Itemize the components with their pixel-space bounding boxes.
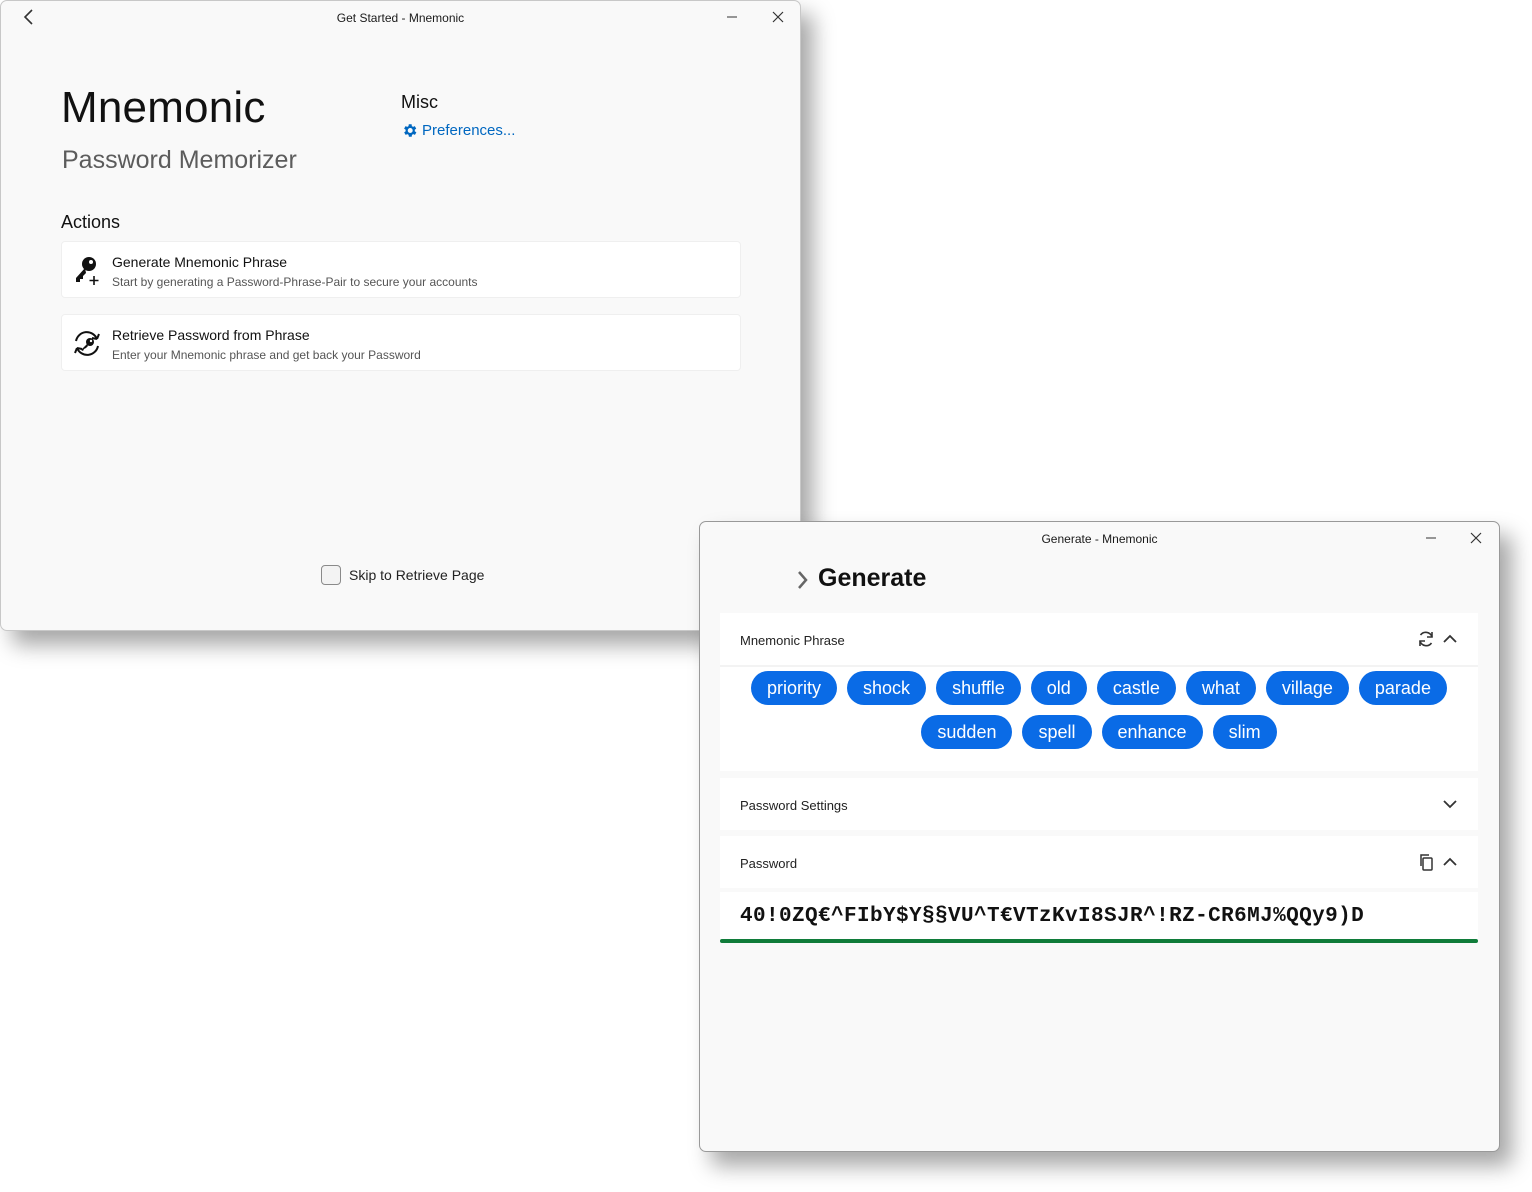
title-bar: Get Started - Mnemonic [1, 1, 800, 34]
preferences-label: Preferences... [422, 122, 516, 139]
chevron-up-icon [1443, 634, 1457, 643]
key-retrieve-icon [72, 327, 102, 359]
phrase-word-chip[interactable]: enhance [1101, 715, 1203, 749]
skip-to-retrieve-toggle[interactable]: Skip to Retrieve Page [321, 565, 484, 585]
key-add-icon [72, 254, 102, 286]
refresh-icon [1419, 631, 1433, 647]
copy-button[interactable] [1416, 852, 1436, 872]
generated-password[interactable]: 40!0ZQ€^FIbY$Y§§VU^T€VTzKvI8SJR^!RZ-CR6M… [740, 905, 1364, 928]
phrase-word-chip[interactable]: shock [847, 671, 927, 705]
phrase-word-chip[interactable]: village [1265, 671, 1349, 705]
breadcrumb-chevron-icon [796, 570, 808, 595]
collapse-button[interactable] [1440, 629, 1460, 649]
generate-phrase-subtitle: Start by generating a Password-Phrase-Pa… [112, 275, 478, 289]
actions-heading: Actions [61, 212, 121, 232]
phrase-word-chip[interactable]: slim [1212, 715, 1277, 749]
skip-checkbox[interactable] [321, 565, 341, 585]
close-button[interactable] [1456, 524, 1496, 552]
copy-icon [1420, 854, 1433, 871]
chevron-up-icon [1443, 857, 1457, 866]
window-title: Get Started - Mnemonic [336, 11, 465, 25]
generate-phrase-title: Generate Mnemonic Phrase [112, 254, 288, 270]
preferences-link[interactable]: Preferences... [401, 122, 515, 139]
app-subtitle: Password Memorizer [62, 146, 297, 174]
password-strength-bar [720, 939, 1478, 943]
app-title: Mnemonic [61, 83, 266, 132]
password-label: Password [740, 856, 798, 871]
phrase-word-chip[interactable]: what [1185, 671, 1256, 705]
phrase-word-chip[interactable]: shuffle [936, 671, 1021, 705]
phrase-word-chip[interactable]: old [1030, 671, 1087, 705]
close-button[interactable] [758, 3, 798, 31]
expand-button[interactable] [1440, 794, 1460, 814]
retrieve-password-title: Retrieve Password from Phrase [112, 327, 310, 343]
password-settings-header[interactable]: Password Settings [720, 778, 1478, 830]
generate-phrase-card[interactable]: Generate Mnemonic Phrase Start by genera… [61, 241, 741, 298]
phrase-word-chip[interactable]: sudden [921, 715, 1013, 749]
minimize-icon [727, 16, 737, 18]
password-section: Password 40!0ZQ€^FIbY$Y§§VU^T€VTzKvI8SJR… [720, 836, 1478, 944]
password-settings-section: Password Settings [720, 778, 1478, 830]
phrase-word-chip[interactable]: castle [1096, 671, 1176, 705]
password-settings-label: Password Settings [740, 798, 848, 813]
chevron-down-icon [1443, 800, 1457, 809]
phrase-word-chip[interactable]: priority [751, 671, 838, 705]
misc-heading: Misc [401, 92, 438, 112]
phrase-word-list: priority shock shuffle old castle what v… [720, 671, 1478, 749]
retrieve-password-subtitle: Enter your Mnemonic phrase and get back … [112, 348, 421, 362]
refresh-button[interactable] [1416, 629, 1436, 649]
phrase-word-chip[interactable]: parade [1358, 671, 1447, 705]
close-icon [1470, 532, 1482, 544]
title-bar: Generate - Mnemonic [700, 522, 1499, 555]
window-title: Generate - Mnemonic [1041, 532, 1158, 546]
mnemonic-phrase-label: Mnemonic Phrase [740, 633, 845, 648]
phrase-word-chip[interactable]: spell [1022, 715, 1092, 749]
retrieve-password-card[interactable]: Retrieve Password from Phrase Enter your… [61, 314, 741, 371]
get-started-window: Get Started - Mnemonic Mnemonic Password… [0, 0, 801, 631]
minimize-button[interactable] [712, 3, 752, 31]
minimize-icon [1426, 537, 1436, 539]
page-title: Generate [818, 564, 927, 592]
collapse-button[interactable] [1440, 852, 1460, 872]
password-header[interactable]: Password [720, 836, 1478, 888]
minimize-button[interactable] [1411, 524, 1451, 552]
generate-window: Generate - Mnemonic Generate Mnemonic Ph… [699, 521, 1500, 1152]
close-icon [772, 11, 784, 23]
mnemonic-phrase-header[interactable]: Mnemonic Phrase [720, 613, 1478, 667]
gear-icon [404, 124, 417, 137]
mnemonic-phrase-section: Mnemonic Phrase priority shock shuffle o… [720, 613, 1478, 771]
skip-label: Skip to Retrieve Page [349, 567, 485, 583]
